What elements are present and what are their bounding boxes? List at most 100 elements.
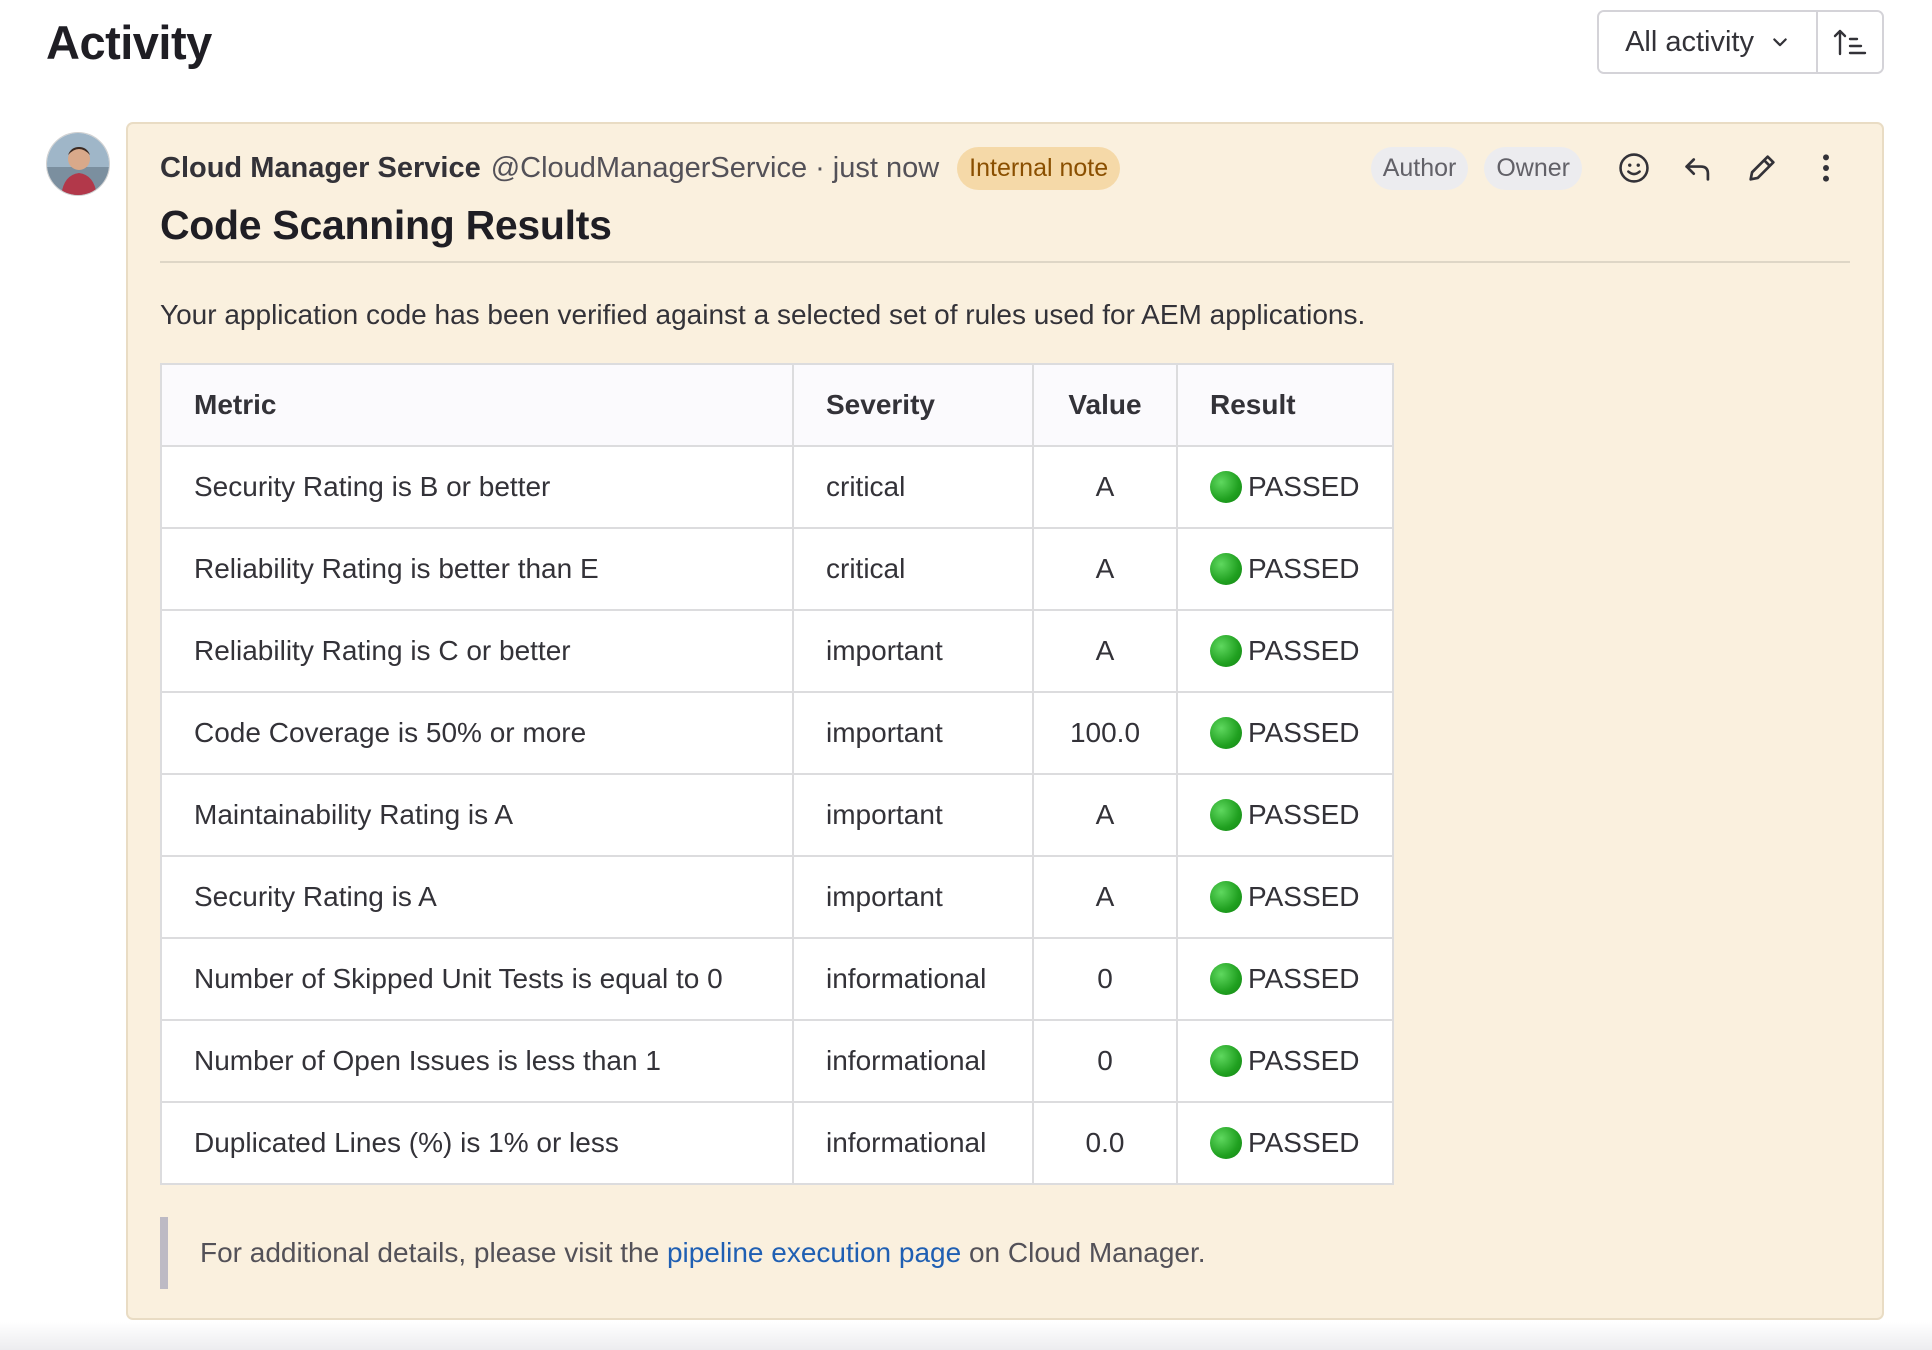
column-header-result: Result — [1176, 363, 1394, 447]
result-cell: PASSED — [1176, 1101, 1394, 1185]
result-cell: PASSED — [1176, 609, 1394, 693]
avatar[interactable] — [46, 132, 110, 196]
green-circle-icon — [1210, 881, 1242, 913]
result-label: PASSED — [1248, 1127, 1360, 1158]
page-title: Activity — [46, 15, 212, 69]
value-cell: 0 — [1032, 937, 1178, 1021]
severity-cell: informational — [792, 1101, 1034, 1185]
table-row: Number of Open Issues is less than 1 inf… — [160, 1019, 1394, 1103]
chevron-down-icon — [1773, 38, 1787, 47]
green-circle-icon — [1210, 799, 1242, 831]
column-header-severity: Severity — [792, 363, 1034, 447]
result-label: PASSED — [1248, 635, 1360, 666]
activity-filter-dropdown[interactable]: All activity — [1599, 12, 1818, 72]
activity-filter-label: All activity — [1625, 25, 1754, 58]
severity-cell: important — [792, 855, 1034, 939]
edit-button[interactable] — [1738, 144, 1786, 192]
metric-cell: Maintainability Rating is A — [160, 773, 794, 857]
note-body: Code Scanning Results Your application c… — [160, 202, 1850, 1289]
author-handle[interactable]: @CloudManagerService — [491, 152, 807, 185]
value-cell: 0 — [1032, 1019, 1178, 1103]
footer-suffix: on Cloud Manager. — [968, 1237, 1206, 1268]
result-label: PASSED — [1248, 1045, 1360, 1076]
green-circle-icon — [1210, 553, 1242, 585]
result-cell: PASSED — [1176, 527, 1394, 611]
severity-cell: informational — [792, 937, 1034, 1021]
table-row: Number of Skipped Unit Tests is equal to… — [160, 937, 1394, 1021]
value-cell: A — [1032, 445, 1178, 529]
green-circle-icon — [1210, 635, 1242, 667]
internal-note-badge: Internal note — [957, 146, 1121, 190]
add-reaction-button[interactable] — [1610, 144, 1658, 192]
note-header: Cloud Manager Service @CloudManagerServi… — [160, 144, 1850, 192]
author-role-badge: Author — [1370, 146, 1469, 190]
severity-cell: important — [792, 609, 1034, 693]
severity-cell: important — [792, 773, 1034, 857]
note-title: Code Scanning Results — [160, 202, 1850, 263]
footer-prefix: For additional details, please visit the — [200, 1237, 660, 1268]
table-row: Code Coverage is 50% or more important 1… — [160, 691, 1394, 775]
green-circle-icon — [1210, 471, 1242, 503]
result-label: PASSED — [1248, 717, 1360, 748]
severity-cell: critical — [792, 527, 1034, 611]
bottom-edge — [0, 1322, 1932, 1350]
table-row: Security Rating is B or better critical … — [160, 445, 1394, 529]
value-cell: 0.0 — [1032, 1101, 1178, 1185]
activity-controls: All activity — [1597, 10, 1884, 74]
note-timestamp[interactable]: just now — [833, 152, 939, 185]
sort-order-button[interactable] — [1818, 12, 1882, 72]
table-row: Security Rating is A important A PASSED — [160, 855, 1394, 939]
green-circle-icon — [1210, 1127, 1242, 1159]
metric-cell: Reliability Rating is better than E — [160, 527, 794, 611]
value-cell: 100.0 — [1032, 691, 1178, 775]
metric-cell: Duplicated Lines (%) is 1% or less — [160, 1101, 794, 1185]
table-row: Reliability Rating is better than E crit… — [160, 527, 1394, 611]
result-cell: PASSED — [1176, 691, 1394, 775]
activity-header: Activity All activity — [46, 10, 1884, 74]
internal-note-card: Cloud Manager Service @CloudManagerServi… — [126, 122, 1884, 1320]
result-label: PASSED — [1248, 799, 1360, 830]
green-circle-icon — [1210, 1045, 1242, 1077]
table-row: Reliability Rating is C or better import… — [160, 609, 1394, 693]
separator-dot: · — [815, 151, 825, 184]
avatar-image — [47, 133, 109, 195]
kebab-menu-icon — [1823, 154, 1829, 182]
author-name[interactable]: Cloud Manager Service — [160, 152, 481, 185]
value-cell: A — [1032, 609, 1178, 693]
result-label: PASSED — [1248, 881, 1360, 912]
owner-role-badge: Owner — [1484, 146, 1582, 190]
more-actions-button[interactable] — [1802, 144, 1850, 192]
sort-ascending-icon — [1833, 29, 1867, 56]
pencil-icon — [1749, 155, 1775, 181]
column-header-value: Value — [1032, 363, 1178, 447]
value-cell: A — [1032, 527, 1178, 611]
result-label: PASSED — [1248, 553, 1360, 584]
pipeline-execution-link[interactable]: pipeline execution page — [667, 1237, 961, 1268]
table-row: Duplicated Lines (%) is 1% or less infor… — [160, 1101, 1394, 1185]
metric-cell: Security Rating is B or better — [160, 445, 794, 529]
smiley-icon — [1619, 153, 1649, 183]
severity-cell: important — [792, 691, 1034, 775]
results-table: Metric Severity Value Result Security Ra… — [160, 363, 1394, 1185]
severity-cell: critical — [792, 445, 1034, 529]
result-cell: PASSED — [1176, 855, 1394, 939]
reply-button[interactable] — [1674, 144, 1722, 192]
value-cell: A — [1032, 773, 1178, 857]
reply-icon — [1685, 158, 1710, 181]
result-cell: PASSED — [1176, 445, 1394, 529]
metric-cell: Number of Open Issues is less than 1 — [160, 1019, 794, 1103]
result-cell: PASSED — [1176, 773, 1394, 857]
green-circle-icon — [1210, 717, 1242, 749]
metric-cell: Number of Skipped Unit Tests is equal to… — [160, 937, 794, 1021]
result-cell: PASSED — [1176, 937, 1394, 1021]
details-blockquote: For additional details, please visit the… — [160, 1217, 1850, 1289]
result-label: PASSED — [1248, 963, 1360, 994]
table-header-row: Metric Severity Value Result — [160, 363, 1394, 447]
severity-cell: informational — [792, 1019, 1034, 1103]
column-header-metric: Metric — [160, 363, 794, 447]
result-label: PASSED — [1248, 471, 1360, 502]
metric-cell: Security Rating is A — [160, 855, 794, 939]
note-intro: Your application code has been verified … — [160, 299, 1366, 330]
value-cell: A — [1032, 855, 1178, 939]
result-cell: PASSED — [1176, 1019, 1394, 1103]
